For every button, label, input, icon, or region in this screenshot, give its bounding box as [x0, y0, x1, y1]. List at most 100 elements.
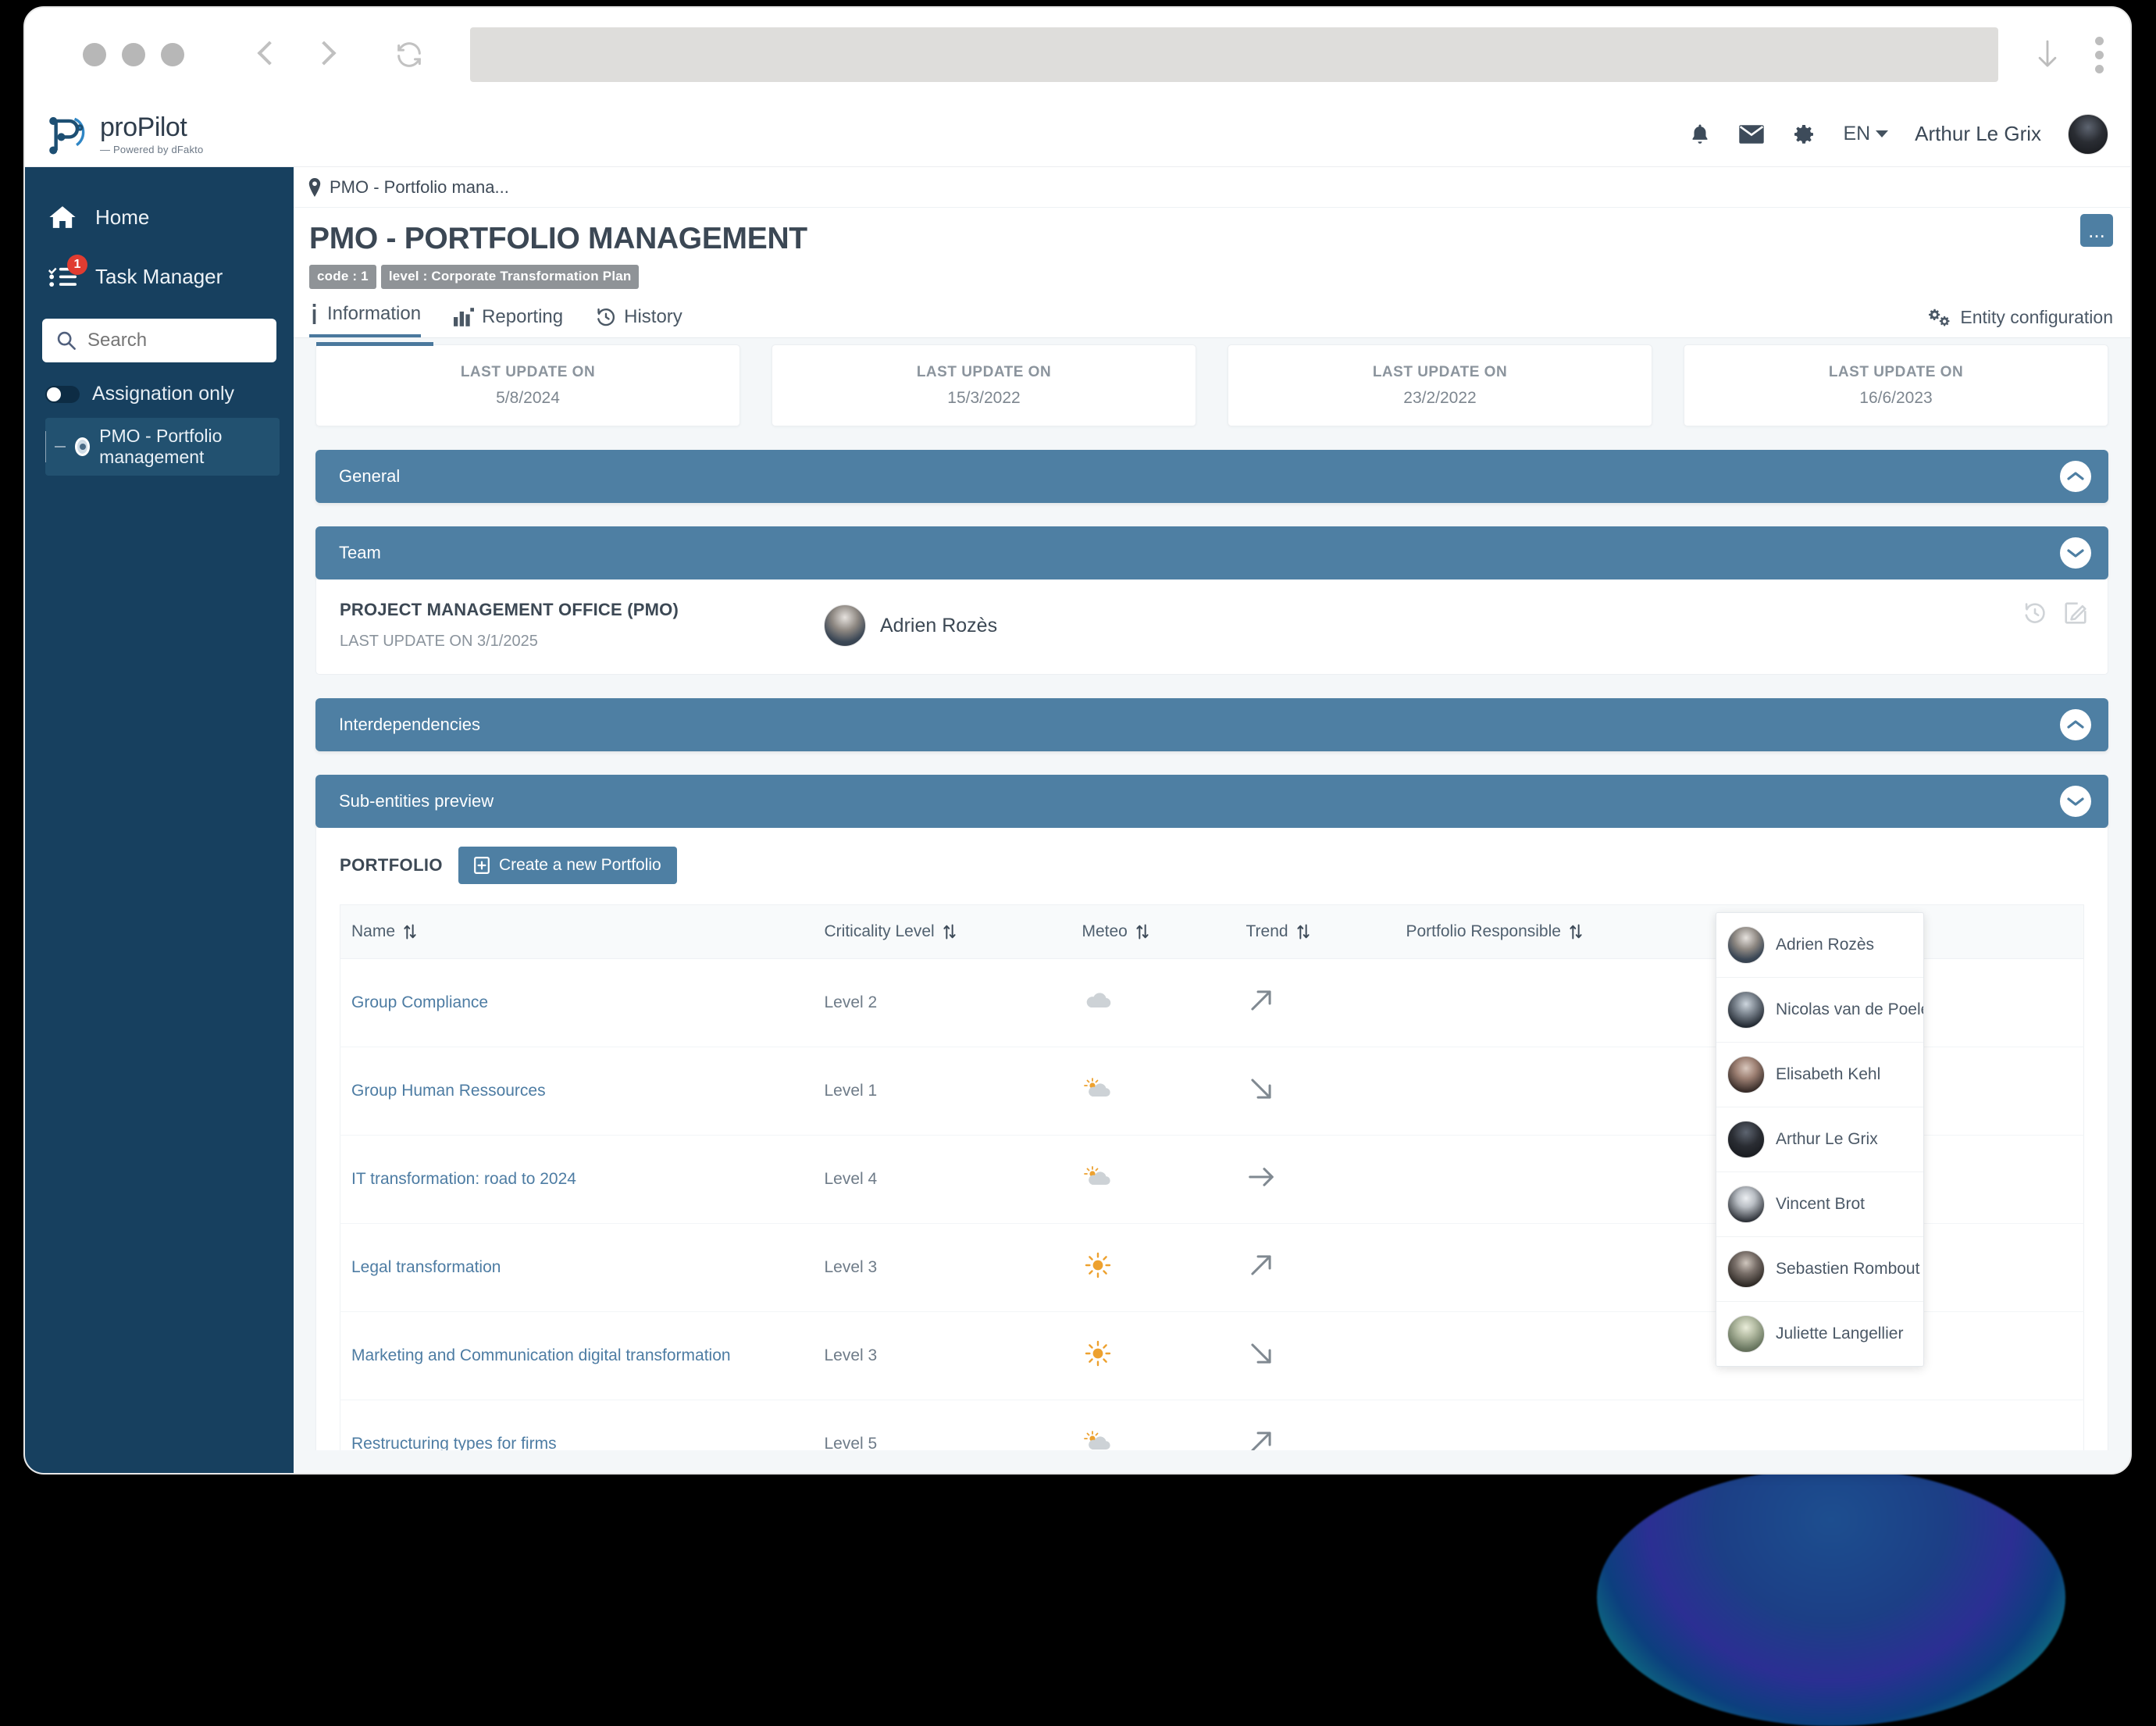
user-name[interactable]: Arthur Le Grix — [1915, 122, 2041, 146]
tab-history[interactable]: History — [596, 306, 682, 337]
tab-information[interactable]: Information — [309, 303, 421, 337]
chevron-up-icon[interactable] — [2060, 461, 2091, 492]
window-controls[interactable] — [83, 43, 184, 66]
dropdown-option[interactable]: Juliette Langellier — [1716, 1302, 1923, 1366]
assignation-only-label: Assignation only — [92, 383, 234, 405]
section-header-team[interactable]: Team — [315, 526, 2108, 579]
team-member[interactable]: Adrien Rozès — [824, 604, 997, 647]
brand-logo[interactable]: proPilot — Powered by dFakto — [45, 112, 203, 157]
forward-icon[interactable] — [309, 41, 336, 68]
entity-configuration-button[interactable]: Entity configuration — [1929, 307, 2113, 328]
portfolio-link[interactable]: Restructuring types for firms — [351, 1435, 557, 1450]
assignation-only-toggle[interactable]: Assignation only — [25, 362, 294, 410]
cell-name[interactable]: Group Human Ressources — [340, 1047, 825, 1136]
tab-reporting[interactable]: Reporting — [454, 306, 563, 337]
table-row[interactable]: Restructuring types for firms Level 5 — [340, 1400, 2084, 1451]
column-header-criticality-level[interactable]: Criticality Level — [825, 905, 1082, 959]
column-header-name[interactable]: Name — [340, 905, 825, 959]
sidebar: Home 1 Task Manager — [25, 167, 294, 1475]
sort-icon[interactable] — [943, 923, 957, 940]
section-header-interdependencies[interactable]: Interdependencies — [315, 698, 2108, 751]
team-role: PROJECT MANAGEMENT OFFICE (PMO) — [340, 600, 808, 620]
propilot-mark-icon — [45, 112, 91, 157]
page-tags: code : 1 level : Corporate Transformatio… — [309, 265, 2130, 289]
column-header-meteo[interactable]: Meteo — [1082, 905, 1246, 959]
sort-icon[interactable] — [1135, 923, 1149, 940]
portfolio-link[interactable]: Group Human Ressources — [351, 1082, 546, 1100]
sidebar-item-label: Task Manager — [95, 265, 223, 289]
sort-icon[interactable] — [1296, 923, 1310, 940]
back-icon[interactable] — [255, 41, 281, 68]
chevron-down-icon[interactable] — [2060, 786, 2091, 817]
window-minimize-dot[interactable] — [122, 43, 145, 66]
search-box[interactable] — [42, 319, 276, 362]
edit-icon[interactable] — [2064, 601, 2087, 625]
avatar — [1727, 1315, 1765, 1353]
search-input[interactable] — [87, 330, 262, 351]
dropdown-option[interactable]: Nicolas van de Poele — [1716, 978, 1923, 1043]
section-header-general[interactable]: General — [315, 450, 2108, 503]
collapse-panel-button[interactable]: ... — [2080, 214, 2113, 247]
portfolio-link[interactable]: IT transformation: road to 2024 — [351, 1170, 576, 1188]
sidebar-item-label: Home — [95, 205, 149, 230]
column-label: Meteo — [1082, 922, 1128, 941]
cell-name[interactable]: Restructuring types for firms — [340, 1400, 825, 1451]
browser-menu-icon[interactable] — [2095, 37, 2104, 73]
tree-node-icon — [75, 437, 90, 456]
chevron-up-icon[interactable] — [2060, 709, 2091, 740]
download-icon[interactable] — [2034, 37, 2061, 73]
cell-name[interactable]: IT transformation: road to 2024 — [340, 1136, 825, 1224]
mail-icon[interactable] — [1738, 123, 1765, 145]
url-input[interactable] — [470, 27, 1998, 82]
sidebar-item-label: PMO - Portfolio management — [99, 426, 272, 468]
portfolio-link[interactable]: Legal transformation — [351, 1258, 501, 1276]
partly-sunny-icon — [1082, 1077, 1114, 1100]
reload-icon[interactable] — [394, 39, 425, 70]
column-label: Trend — [1246, 922, 1288, 941]
portfolio-link[interactable]: Group Compliance — [351, 993, 488, 1011]
sunny-icon — [1082, 1252, 1114, 1278]
last-update-date: 15/3/2022 — [947, 389, 1020, 408]
cell-meteo — [1082, 1047, 1246, 1136]
language-selector[interactable]: EN — [1843, 123, 1888, 145]
history-icon[interactable] — [2023, 601, 2047, 625]
dropdown-option[interactable]: Sebastien Rombout — [1716, 1237, 1923, 1302]
section-header-sub-entities-preview[interactable]: Sub-entities preview — [315, 775, 2108, 828]
page-title: PMO - PORTFOLIO MANAGEMENT — [309, 222, 2130, 256]
column-header-trend[interactable]: Trend — [1246, 905, 1406, 959]
dropdown-option[interactable]: Adrien Rozès — [1716, 913, 1923, 978]
avatar — [1727, 1121, 1765, 1158]
cell-responsible[interactable] — [1406, 1400, 2084, 1451]
create-portfolio-button[interactable]: Create a new Portfolio — [458, 847, 677, 884]
toggle-switch[interactable] — [45, 386, 80, 403]
last-update-card: LAST UPDATE ON 5/8/2024 — [315, 344, 740, 426]
team-last-update: LAST UPDATE ON 3/1/2025 — [340, 633, 808, 651]
dropdown-option-label: Adrien Rozès — [1776, 936, 1874, 954]
gear-icon[interactable] — [1791, 122, 1816, 147]
sidebar-item-home[interactable]: Home — [25, 187, 294, 247]
section-title: Sub-entities preview — [339, 791, 494, 811]
window-maximize-dot[interactable] — [161, 43, 184, 66]
cell-name[interactable]: Marketing and Communication digital tran… — [340, 1312, 825, 1400]
chevron-down-icon[interactable] — [2060, 537, 2091, 569]
window-close-dot[interactable] — [83, 43, 106, 66]
sidebar-item-pmo-portfolio-management[interactable]: PMO - Portfolio management — [45, 418, 280, 476]
sort-icon[interactable] — [1569, 923, 1583, 940]
cell-name[interactable]: Legal transformation — [340, 1224, 825, 1312]
sort-icon[interactable] — [403, 923, 417, 940]
cell-criticality: Level 2 — [825, 959, 1082, 1047]
cell-name[interactable]: Group Compliance — [340, 959, 825, 1047]
portfolio-link[interactable]: Marketing and Communication digital tran… — [351, 1346, 731, 1364]
cell-meteo — [1082, 1312, 1246, 1400]
portfolio-responsible-dropdown[interactable]: Adrien Rozès Nicolas van de Poele Elisab… — [1716, 912, 1924, 1367]
arrow-up-right-icon — [1246, 1427, 1276, 1450]
section-title: General — [339, 466, 400, 487]
bell-icon[interactable] — [1688, 122, 1712, 147]
cloudy-icon — [1082, 989, 1114, 1012]
avatar[interactable] — [2068, 114, 2108, 155]
sidebar-item-task-manager[interactable]: 1 Task Manager — [25, 247, 294, 306]
dropdown-option[interactable]: Vincent Brot — [1716, 1172, 1923, 1237]
breadcrumb-text[interactable]: PMO - Portfolio mana... — [330, 177, 509, 198]
dropdown-option[interactable]: Elisabeth Kehl — [1716, 1043, 1923, 1107]
dropdown-option[interactable]: Arthur Le Grix — [1716, 1107, 1923, 1172]
